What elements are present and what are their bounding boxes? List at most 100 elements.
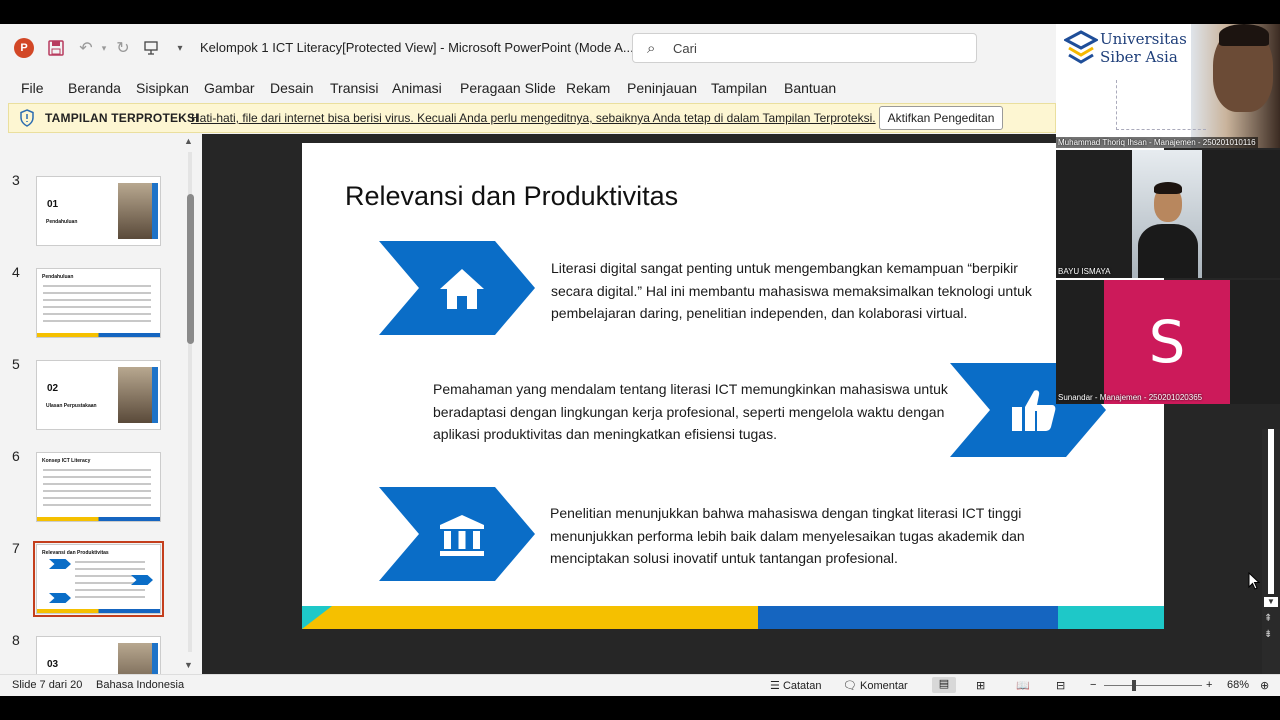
thumb-strip (37, 609, 160, 613)
undo-icon[interactable]: ↶ (74, 36, 98, 60)
slide-thumbnail[interactable]: Konsep ICT Literacy (36, 452, 161, 522)
present-icon[interactable] (140, 36, 162, 60)
tab-tampilan[interactable]: Tampilan (711, 80, 767, 96)
banner-label: TAMPILAN TERPROTEKSI (45, 111, 199, 125)
status-bar: Slide 7 dari 20 Bahasa Indonesia ☰ Catat… (0, 674, 1280, 696)
reading-view-icon[interactable]: 📖 (1016, 679, 1030, 692)
thumb-section-label: Pendahuluan (46, 219, 78, 225)
thumb-chevron (49, 559, 71, 569)
scroll-down-icon[interactable]: ▼ (184, 660, 193, 670)
undo-dropdown-icon[interactable]: ▾ (98, 36, 110, 60)
slide-number: 4 (12, 264, 20, 280)
thumb-section-number: 02 (47, 383, 59, 394)
slide-thumbnail[interactable]: 02 Ulasan Perpustakaan (36, 360, 161, 430)
tab-desain[interactable]: Desain (270, 80, 314, 96)
thumb-photo (118, 367, 152, 423)
thumb-text-line (43, 306, 151, 308)
tab-sisipkan[interactable]: Sisipkan (136, 80, 189, 96)
tab-beranda[interactable]: Beranda (68, 80, 121, 96)
slide-thumbnail[interactable]: Pendahuluan (36, 268, 161, 338)
comment-icon: 🗨 (843, 680, 857, 692)
thumb-text-line (43, 469, 151, 471)
avatar-initial: S (1148, 308, 1186, 376)
search-input[interactable]: Cari (673, 41, 697, 56)
slideshow-icon[interactable]: ⊟ (1056, 679, 1065, 692)
thumb-text-line (43, 292, 151, 294)
fit-to-window-icon[interactable]: ⊕ (1260, 679, 1269, 692)
scroll-up-icon[interactable]: ▲ (184, 136, 193, 146)
scroll-thumb[interactable] (187, 194, 194, 344)
video-tile-2[interactable]: BAYU ISMAYA (1056, 150, 1280, 278)
scroll-down-icon[interactable]: ▼ (1264, 597, 1278, 607)
home-icon (440, 269, 484, 309)
next-slide-icon[interactable]: ⇟ (1264, 629, 1272, 640)
shield-icon (20, 109, 34, 127)
save-icon[interactable] (44, 36, 68, 60)
canvas-scrollbar[interactable]: ▼ ⇞ ⇟ (1262, 429, 1280, 674)
thumb-section-number: 01 (47, 199, 59, 210)
tab-peninjauan[interactable]: Peninjauan (627, 80, 697, 96)
tab-file[interactable]: File (21, 80, 44, 96)
slide-title: Relevansi dan Produktivitas (345, 181, 679, 211)
thumb-text-line (75, 568, 145, 570)
paragraph-2: Pemahaman yang mendalam tentang literasi… (433, 381, 948, 442)
thumb-section-label: Ulasan Perpustakaan (46, 403, 97, 409)
language-indicator[interactable]: Bahasa Indonesia (96, 679, 184, 691)
enable-editing-button[interactable]: Aktifkan Pengeditan (879, 106, 1003, 130)
tab-rekam[interactable]: Rekam (566, 80, 610, 96)
slide-thumbnail[interactable]: Relevansi dan Produktivitas (33, 541, 164, 617)
search-icon: ⌕ (647, 40, 656, 57)
redo-icon[interactable]: ↻ (112, 36, 134, 60)
slide-sorter-icon[interactable]: ⊞ (976, 679, 985, 692)
participant-name-3: Sunandar - Manajemen - 250201020365 (1058, 393, 1203, 402)
zoom-in-icon[interactable]: + (1206, 679, 1212, 691)
customize-toolbar-icon[interactable]: ▾ (172, 36, 188, 60)
participant-name-2: BAYU ISMAYA (1058, 267, 1111, 276)
paragraph-3: Penelitian menunjukkan bahwa mahasiswa d… (550, 505, 1025, 566)
participant-name-1: Muhammad Thoriq Ihsan - Manajemen - 2502… (1056, 137, 1258, 148)
tab-gambar[interactable]: Gambar (204, 80, 255, 96)
avatar: S (1104, 280, 1230, 404)
slide-number: 5 (12, 356, 20, 372)
tab-transisi[interactable]: Transisi (330, 80, 379, 96)
title-bar: P ↶ ▾ ↻ ▾ Kelompok 1 ICT Literacy[Protec… (0, 24, 1056, 72)
normal-view-icon[interactable]: ▤ (932, 677, 956, 693)
thumb-text-line (43, 313, 151, 315)
thumb-text-line (43, 285, 151, 287)
slide-number: 3 (12, 172, 20, 188)
thumb-accent (152, 367, 158, 423)
zoom-slider[interactable] (1104, 680, 1202, 691)
slide-number: 8 (12, 632, 20, 648)
zoom-out-icon[interactable]: − (1090, 679, 1096, 691)
tab-bantuan[interactable]: Bantuan (784, 80, 836, 96)
logo-line-2: Siber Asia (1100, 48, 1178, 66)
thumb-section-number: 03 (47, 659, 59, 670)
zoom-level[interactable]: 68% (1227, 679, 1249, 691)
video-tile-3[interactable]: S Sunandar - Manajemen - 250201020365 (1056, 280, 1280, 404)
powerpoint-logo-icon: P (14, 38, 34, 58)
comments-label: Komentar (860, 680, 908, 692)
notes-label: Catatan (782, 680, 822, 692)
zoom-slider-thumb[interactable] (1132, 680, 1136, 691)
university-logo-icon (1064, 30, 1098, 64)
protected-view-banner: TAMPILAN TERPROTEKSI Hati-hati, file dar… (8, 103, 1056, 133)
thumb-text-line (75, 561, 145, 563)
thumb-accent (152, 183, 158, 239)
thumb-text-line (43, 299, 151, 301)
comments-button[interactable]: 🗨 Komentar (843, 679, 908, 692)
video-tile-1[interactable]: Universitas Siber Asia Muhammad Thoriq I… (1056, 24, 1280, 148)
slide-thumbnail[interactable]: 01 Pendahuluan (36, 176, 161, 246)
notes-button[interactable]: ☰ Catatan (770, 679, 821, 692)
slide-thumbnails-panel: 3 01 Pendahuluan 4 Pendahuluan 5 02 Ulasan Perp… (0, 134, 202, 696)
thumb-heading: Konsep ICT Literacy (42, 458, 91, 464)
thumb-photo (118, 183, 152, 239)
thumb-heading: Pendahuluan (42, 274, 74, 280)
thumbnails-scrollbar[interactable]: ▲ ▼ (184, 134, 196, 674)
search-box[interactable]: ⌕ Cari (632, 33, 977, 63)
previous-slide-icon[interactable]: ⇞ (1264, 613, 1272, 624)
banner-message[interactable]: Hati-hati, file dari internet bisa beris… (191, 111, 876, 125)
tab-peragaan-slide[interactable]: Peragaan Slide (460, 80, 556, 96)
paragraph-1: Literasi digital sangat penting untuk me… (551, 260, 1032, 321)
notes-icon: ☰ (770, 680, 780, 692)
tab-animasi[interactable]: Animasi (392, 80, 442, 96)
